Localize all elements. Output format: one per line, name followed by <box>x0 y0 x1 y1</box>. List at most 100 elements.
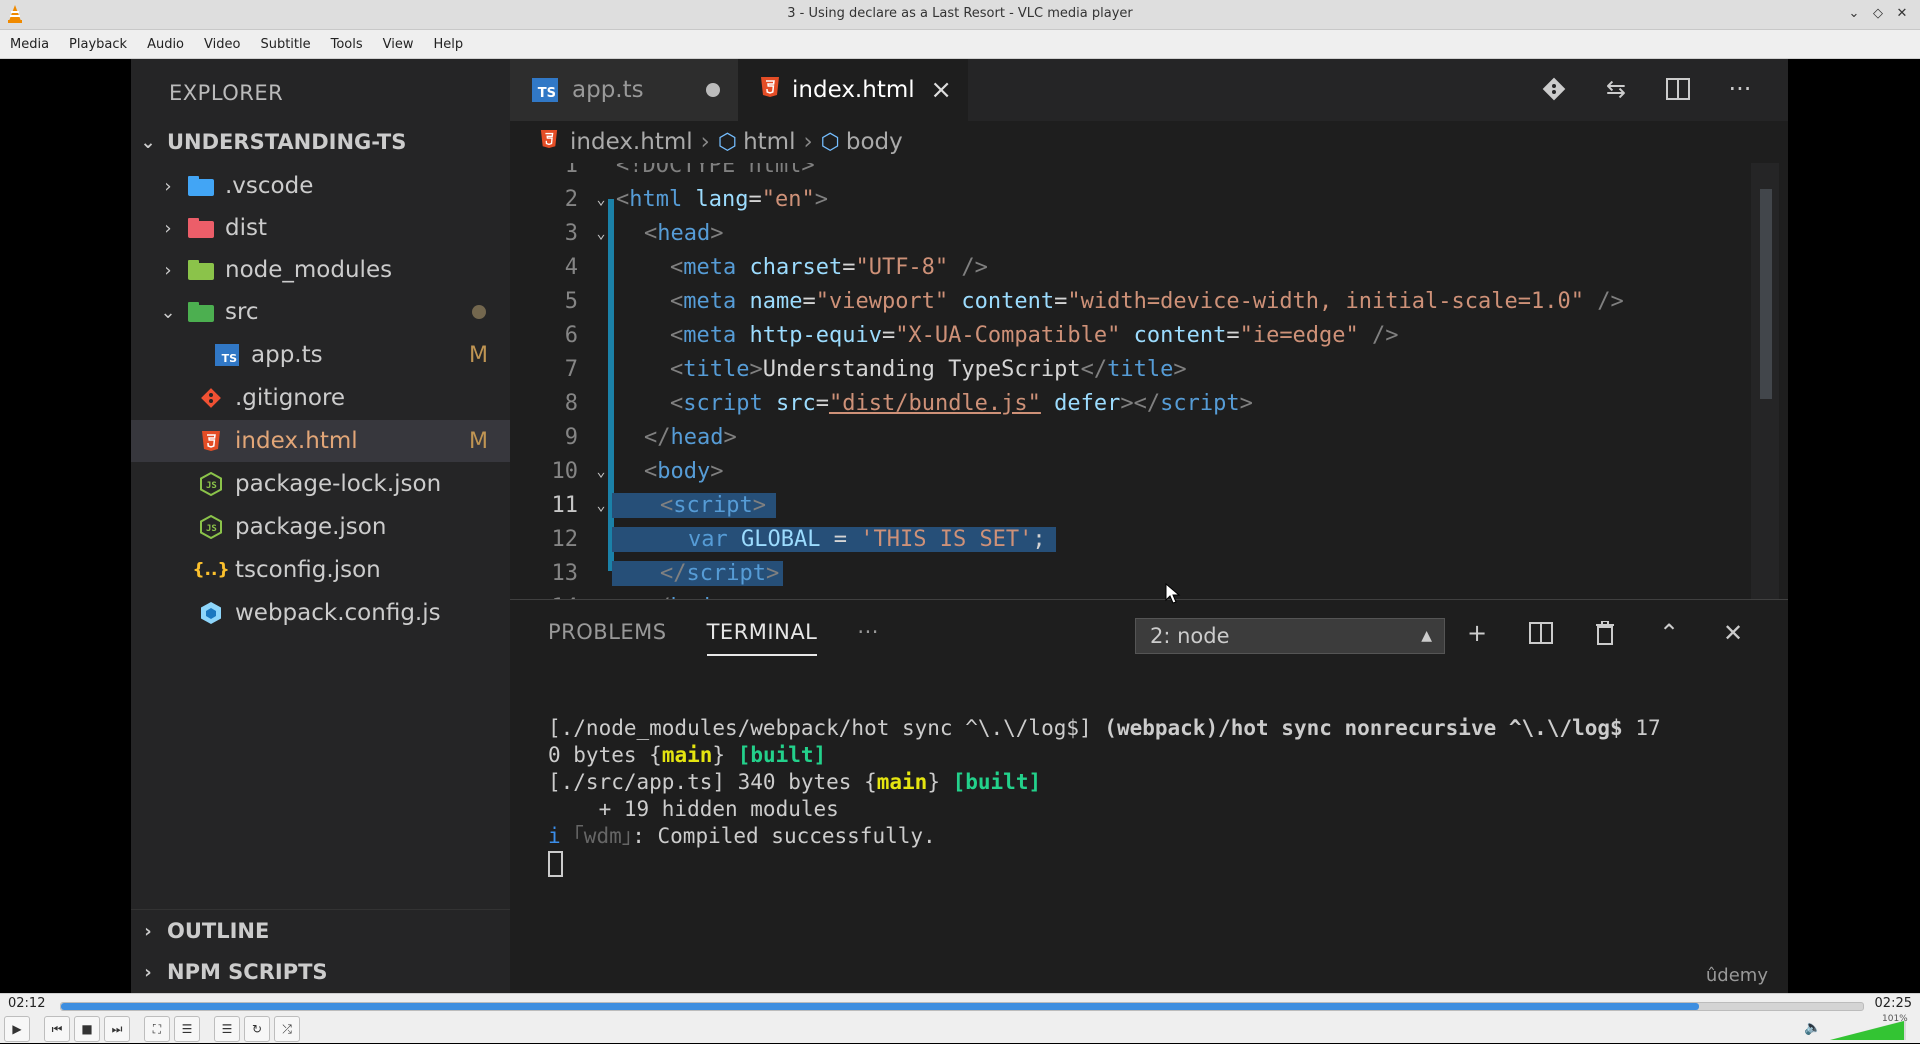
terminal-output: [./node_modules/webpack/hot sync ^\.\/lo… <box>548 688 1768 931</box>
typescript-icon: TS <box>213 343 241 367</box>
webpack-icon <box>197 601 225 625</box>
menu-view[interactable]: View <box>373 37 424 52</box>
line-number: 2 <box>564 186 578 212</box>
dist-folder-icon <box>187 216 215 240</box>
modified-badge: M <box>469 428 488 454</box>
tree-folder-src: ⌄ src <box>131 291 510 333</box>
playlist-button[interactable]: ☰ <box>214 1016 240 1042</box>
chevron-right-icon: › <box>164 259 172 281</box>
shuffle-button[interactable]: ⤮ <box>274 1016 300 1042</box>
html5-icon <box>197 429 225 453</box>
total-time: 02:25 <box>1874 996 1912 1011</box>
terminal-text: : Compiled successfully. <box>632 824 936 848</box>
close-window-button[interactable]: ✕ <box>1894 3 1910 23</box>
code-line: 10 ⌄ <body> <box>510 454 1750 488</box>
code-line: 11 ⌄ <script> <box>510 488 1750 522</box>
menu-subtitle[interactable]: Subtitle <box>250 37 320 52</box>
chevron-down-icon: ⌄ <box>140 131 156 153</box>
explorer-title: EXPLORER <box>169 81 284 105</box>
menu-bar: Media Playback Audio Video Subtitle Tool… <box>0 30 1920 59</box>
udemy-watermark: ûdemy <box>1705 965 1768 986</box>
terminal-panel: PROBLEMS TERMINAL ··· 2: node ▲ + ⌃ ✕ [.… <box>510 599 1788 994</box>
tree-item-label: node_modules <box>225 257 393 283</box>
extended-settings-button[interactable]: ☰ <box>174 1016 200 1042</box>
editor-tabs: TS app.ts index.html × ⇆ ··· <box>510 59 1788 121</box>
html5-icon <box>540 129 558 155</box>
trash-icon <box>1588 616 1622 650</box>
code-attr: content <box>961 288 1055 314</box>
menu-help[interactable]: Help <box>424 37 474 52</box>
tab-terminal: TERMINAL <box>706 620 818 656</box>
terminal-text: [./node_modules/webpack/hot sync ^\.\/lo… <box>548 716 1105 740</box>
code-tag: meta <box>683 288 737 314</box>
code-line: 5 <meta name="viewport" content="width=d… <box>510 284 1750 318</box>
split-editor-icon <box>1660 71 1696 107</box>
unsaved-dot <box>706 83 720 97</box>
code-line: 3 ⌄ <head> <box>510 216 1750 250</box>
tree-file-app-ts: TS app.ts M <box>131 334 510 376</box>
code-value: "UTF-8" <box>855 254 949 280</box>
player-controls: 02:12 02:25 ▶ ⏮ ■ ⏭ ⛶ ☰ ☰ ↻ ⤮ 🔈 101% <box>0 993 1920 1043</box>
terminal-text: [./src/app.ts] 340 bytes <box>548 770 865 794</box>
project-name: UNDERSTANDING-TS <box>167 130 407 154</box>
code-attr: defer <box>1054 390 1121 416</box>
tab-label: app.ts <box>572 77 644 103</box>
video-area[interactable]: EXPLORER ⌄ UNDERSTANDING-TS › .vscode › … <box>0 59 1920 994</box>
section-label: NPM SCRIPTS <box>167 960 328 984</box>
fold-chevron-icon: ⌄ <box>596 462 606 480</box>
stop-button[interactable]: ■ <box>74 1016 100 1042</box>
npm-scripts-section: › NPM SCRIPTS <box>131 951 510 993</box>
tree-folder-vscode: › .vscode <box>131 165 510 207</box>
plus-icon: + <box>1466 619 1488 647</box>
code-punct: ; <box>1032 526 1046 552</box>
html5-icon <box>760 76 780 104</box>
menu-audio[interactable]: Audio <box>137 37 194 52</box>
next-button[interactable]: ⏭ <box>104 1016 130 1042</box>
line-number: 13 <box>551 560 579 586</box>
window-title: 3 - Using declare as a Last Resort - VLC… <box>787 6 1133 21</box>
tree-file-gitignore: .gitignore <box>131 377 510 419</box>
menu-media[interactable]: Media <box>0 37 59 52</box>
line-number: 6 <box>564 322 578 348</box>
tree-item-label: .gitignore <box>235 385 346 411</box>
minimize-button[interactable]: ⌄ <box>1846 3 1862 23</box>
window-titlebar: 3 - Using declare as a Last Resort - VLC… <box>0 0 1920 30</box>
terminal-select: 2: node ▲ <box>1135 618 1445 654</box>
terminal-text: 0 bytes <box>548 743 650 767</box>
menu-tools[interactable]: Tools <box>321 37 373 52</box>
volume-control[interactable]: 🔈 101% <box>1804 1014 1908 1044</box>
line-number: 11 <box>551 492 579 518</box>
code-variable: GLOBAL <box>741 526 821 552</box>
tree-file-package-lock: JS package-lock.json <box>131 463 510 505</box>
code-line: 7 <title>Understanding TypeScript</title… <box>510 352 1750 386</box>
code-line: 12 var GLOBAL = 'THIS IS SET'; <box>510 522 1750 556</box>
fullscreen-button[interactable]: ⛶ <box>144 1016 170 1042</box>
git-icon <box>1536 71 1572 107</box>
seek-bar[interactable] <box>60 1002 1864 1011</box>
maximize-button[interactable]: ◇ <box>1870 3 1886 23</box>
tab-label: index.html <box>792 77 915 103</box>
code-value: "ie=edge" <box>1239 322 1359 348</box>
fold-chevron-icon: ⌄ <box>596 496 606 514</box>
code-tag: script <box>673 492 753 518</box>
code-value: "dist/bundle.js" <box>828 390 1041 416</box>
modified-dot <box>472 305 486 319</box>
breadcrumb-html: html <box>743 129 796 155</box>
menu-playback[interactable]: Playback <box>59 37 137 52</box>
code-value: "en" <box>761 186 815 212</box>
code-editor: 1 <!DOCTYPE html> 2 ⌄ <html lang="en"> 3 ⌄… <box>510 163 1788 619</box>
menu-video[interactable]: Video <box>194 37 250 52</box>
code-keyword: var <box>688 526 728 552</box>
previous-button[interactable]: ⏮ <box>44 1016 70 1042</box>
code-attr: content <box>1133 322 1227 348</box>
code-tag: head <box>657 220 711 246</box>
line-number: 4 <box>564 254 578 280</box>
outline-section: › OUTLINE <box>131 909 510 952</box>
tree-folder-node-modules: › node_modules <box>131 249 510 291</box>
close-icon: × <box>930 75 952 105</box>
loop-button[interactable]: ↻ <box>244 1016 270 1042</box>
fold-chevron-icon: ⌄ <box>596 190 606 208</box>
chevron-right-icon: › <box>803 129 813 155</box>
play-button[interactable]: ▶ <box>4 1016 30 1042</box>
tree-item-label: src <box>225 299 259 325</box>
